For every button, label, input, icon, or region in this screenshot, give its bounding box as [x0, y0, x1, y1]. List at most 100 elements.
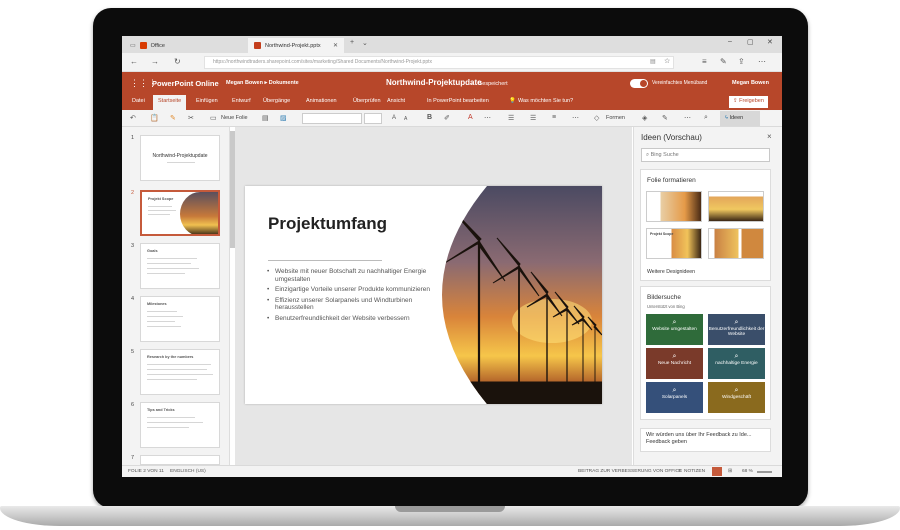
picture-icon[interactable]: ▨	[280, 114, 287, 122]
image-tile-2[interactable]: ⌕ Benutzerfreundlichkeit der Website	[708, 314, 765, 345]
slide-thumbnail-7[interactable]	[140, 455, 220, 465]
slide-thumbnail-6[interactable]: Tips and Tricks	[140, 402, 220, 448]
image-tile-6[interactable]: ⌕ Windgeschäft	[708, 382, 765, 413]
slide-thumbnail-5[interactable]: Research by the numbers	[140, 349, 220, 395]
search-icon: ⌕	[734, 353, 739, 360]
more-font-icon[interactable]: ⋯	[484, 114, 491, 122]
format-painter-icon[interactable]: ✎	[170, 114, 176, 122]
shape-fill-icon[interactable]: ◈	[642, 114, 647, 122]
thumb-text-line	[148, 206, 172, 207]
bold-icon[interactable]: B	[427, 114, 432, 121]
thumb-title: Tips and Tricks	[147, 408, 175, 412]
search-placeholder: Bing Suche	[650, 152, 679, 158]
simplified-ribbon-toggle[interactable]	[630, 79, 648, 88]
grow-font-icon[interactable]: A	[392, 115, 396, 121]
image-search-card: Bildersuche Unterstützt von Bing ⌕ Websit…	[640, 286, 771, 420]
refresh-icon[interactable]: ↻	[174, 57, 181, 66]
design-idea-2[interactable]	[708, 191, 764, 222]
paste-icon[interactable]: 📋	[150, 114, 159, 122]
more-designs-link[interactable]: Weitere Designideen	[647, 269, 695, 275]
favorite-star-icon[interactable]: ☆	[664, 57, 670, 65]
ideas-button[interactable]: ϟ Ideen	[720, 111, 760, 126]
image-tile-5[interactable]: ⌕ Solarpanels	[646, 382, 703, 413]
bullets-icon[interactable]: ☰	[508, 114, 514, 122]
design-idea-4[interactable]	[708, 228, 764, 259]
slide-thumbnail-3[interactable]: Goals	[140, 243, 220, 289]
language-indicator[interactable]: ENGLISCH (US)	[170, 469, 206, 474]
tab-file[interactable]: Datei	[132, 98, 145, 104]
undo-icon[interactable]: ↶	[130, 114, 136, 122]
shapes-icon[interactable]: ◇	[594, 114, 599, 122]
share-button[interactable]: ⇪ Freigeben	[729, 96, 768, 108]
slide-sorter-icon[interactable]: ⊞	[728, 469, 732, 474]
ideas-search-input[interactable]: ⌕ Bing Suche	[641, 148, 770, 162]
new-slide-icon[interactable]: ▭	[210, 114, 217, 122]
tab-transitions[interactable]: Übergänge	[263, 98, 290, 104]
ideas-pane: Ideen (Vorschau) × ⌕ Bing Suche Folie fo…	[633, 127, 782, 465]
back-icon[interactable]: ←	[130, 57, 138, 66]
font-family-select[interactable]	[302, 113, 362, 124]
address-input[interactable]: https://northwindtraders.sharepoint.com/…	[204, 56, 674, 69]
minimize-icon[interactable]: –	[728, 38, 732, 45]
tab-design[interactable]: Entwurf	[232, 98, 251, 104]
shapes-button[interactable]: Formen	[606, 115, 625, 121]
tell-me-box[interactable]: Was möchten Sie tun?	[518, 98, 573, 104]
improve-office-link[interactable]: BEITRAG ZUR VERBESSERUNG VON OFFICE	[578, 469, 682, 474]
app-name[interactable]: PowerPoint Online	[152, 79, 219, 88]
open-in-desktop-link[interactable]: In PowerPoint bearbeiten	[427, 98, 489, 104]
font-color-icon[interactable]: A	[468, 114, 473, 121]
breadcrumb[interactable]: Megan Bowen ▸ Dokumente	[226, 80, 299, 86]
numbering-icon[interactable]: ☰	[530, 114, 536, 122]
tab-view[interactable]: Ansicht	[387, 98, 405, 104]
user-name[interactable]: Megan Bowen	[732, 80, 769, 86]
more-paragraph-icon[interactable]: ⋯	[572, 114, 579, 122]
design-idea-1[interactable]	[646, 191, 702, 222]
design-idea-3[interactable]: Projekt Scope	[646, 228, 702, 259]
maximize-icon[interactable]: ▢	[747, 38, 754, 46]
reading-view-icon[interactable]: ▤	[650, 58, 656, 65]
notes-pen-icon[interactable]: ✎	[720, 57, 727, 66]
close-window-icon[interactable]: ✕	[767, 38, 773, 46]
zoom-level[interactable]: 68 %	[742, 469, 753, 474]
highlight-icon[interactable]: ✐	[444, 114, 450, 122]
normal-view-icon[interactable]	[712, 467, 722, 476]
cut-icon[interactable]: ✂	[188, 114, 194, 122]
shape-outline-icon[interactable]: ✎	[662, 114, 668, 122]
new-slide-button[interactable]: Neue Folie	[221, 115, 248, 121]
slide-thumbnail-2[interactable]: Projekt Scope	[140, 190, 220, 236]
favorites-icon[interactable]: ≡	[702, 57, 707, 66]
font-size-select[interactable]	[364, 113, 382, 124]
current-slide[interactable]: Projektumfang Website mit neuer Botschaf…	[245, 186, 602, 404]
tab-menu-icon[interactable]: ⌄	[362, 39, 368, 47]
tab-review[interactable]: Überprüfen	[353, 98, 381, 104]
image-tile-3[interactable]: ⌕ Neue Nachricht	[646, 348, 703, 379]
forward-icon[interactable]: →	[151, 57, 159, 66]
slide-bullets[interactable]: Website mit neuer Botschaft zu nachhalti…	[267, 268, 437, 325]
image-tile-1[interactable]: ⌕ Website umgestalten	[646, 314, 703, 345]
image-tile-4[interactable]: ⌕ nachhaltige Energie	[708, 348, 765, 379]
shrink-font-icon[interactable]: A	[404, 116, 407, 122]
tab-animations[interactable]: Animationen	[306, 98, 337, 104]
browser-tab-office[interactable]: ▭ Office	[124, 38, 246, 53]
zoom-slider[interactable]	[757, 471, 772, 473]
feedback-card[interactable]: Wir würden uns über Ihr Feedback zu Ide.…	[640, 428, 771, 452]
save-status: Gespeichert	[478, 81, 508, 87]
document-title[interactable]: Northwind-Projektupdate	[386, 78, 482, 87]
more-drawing-icon[interactable]: ⋯	[684, 114, 691, 122]
notes-icon[interactable]: ≡	[678, 469, 681, 474]
close-tab-icon[interactable]: ✕	[333, 42, 338, 49]
layout-icon[interactable]: ▤	[262, 114, 269, 122]
tab-insert[interactable]: Einfügen	[196, 98, 218, 104]
close-icon[interactable]: ×	[767, 132, 772, 141]
align-icon[interactable]: ≡	[552, 114, 556, 121]
slide-thumbnail-1[interactable]: Northwind-Projektupdate	[140, 135, 220, 181]
browser-tab-pptx[interactable]: Northwind-Projekt.pptx ✕	[248, 38, 344, 53]
find-icon[interactable]: ⌕	[704, 114, 708, 122]
slide-thumbnail-4[interactable]: Milestones	[140, 296, 220, 342]
notes-button[interactable]: NOTIZEN	[684, 469, 705, 474]
more-icon[interactable]: ⋯	[758, 57, 766, 66]
tab-home[interactable]: Startseite	[153, 95, 187, 110]
slide-title[interactable]: Projektumfang	[268, 214, 387, 234]
share-icon[interactable]: ⇪	[738, 57, 745, 66]
new-tab-button[interactable]: +	[350, 39, 354, 46]
